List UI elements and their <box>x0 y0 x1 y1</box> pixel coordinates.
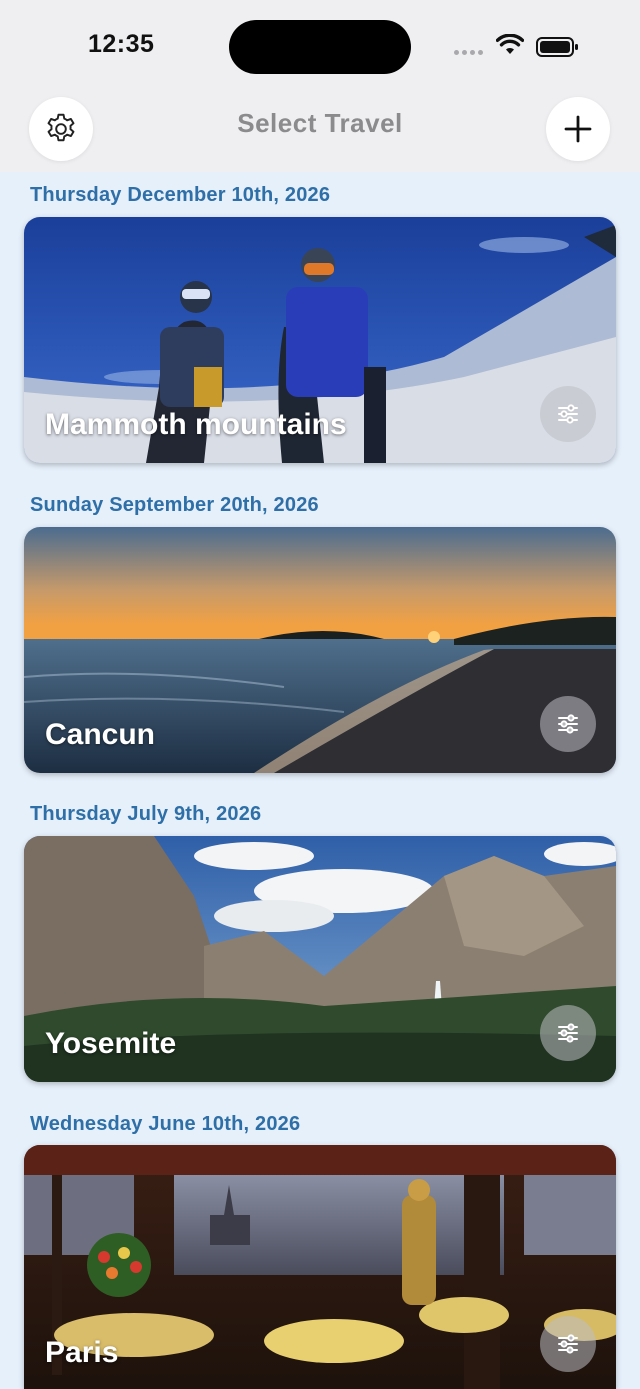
sliders-icon <box>558 1023 578 1043</box>
sliders-icon <box>558 714 578 734</box>
trip-options-button[interactable] <box>540 386 596 442</box>
trip-card-mammoth[interactable]: Mammoth mountains <box>24 217 616 463</box>
trip-title: Paris <box>45 1336 119 1369</box>
trip-card-cancun[interactable]: Cancun <box>24 527 616 773</box>
status-time: 12:35 <box>88 30 155 58</box>
sliders-icon <box>558 1334 578 1354</box>
plus-icon <box>564 115 592 143</box>
page-title: Select Travel <box>237 108 403 138</box>
trip-options-button[interactable] <box>540 1316 596 1372</box>
trip-date: Thursday December 10th, 2026 <box>30 184 331 206</box>
cellular-signal-icon <box>454 50 483 55</box>
trip-card-paris[interactable]: Paris <box>24 1145 616 1389</box>
trip-title: Cancun <box>45 718 156 751</box>
trip-title: Yosemite <box>45 1027 177 1060</box>
trip-options-button[interactable] <box>540 696 596 752</box>
trip-options-button[interactable] <box>540 1005 596 1061</box>
sliders-icon <box>558 404 578 424</box>
battery-icon <box>536 37 578 57</box>
status-bar: 12:35 <box>0 0 640 90</box>
dynamic-island <box>229 20 411 74</box>
trip-date: Sunday September 20th, 2026 <box>30 494 319 516</box>
trip-date: Wednesday June 10th, 2026 <box>30 1113 301 1135</box>
add-travel-button[interactable] <box>546 97 610 161</box>
trip-date: Thursday July 9th, 2026 <box>30 803 262 825</box>
trip-card-yosemite[interactable]: Yosemite <box>24 836 616 1082</box>
trip-title: Mammoth mountains <box>45 408 347 441</box>
wifi-icon <box>496 34 524 54</box>
